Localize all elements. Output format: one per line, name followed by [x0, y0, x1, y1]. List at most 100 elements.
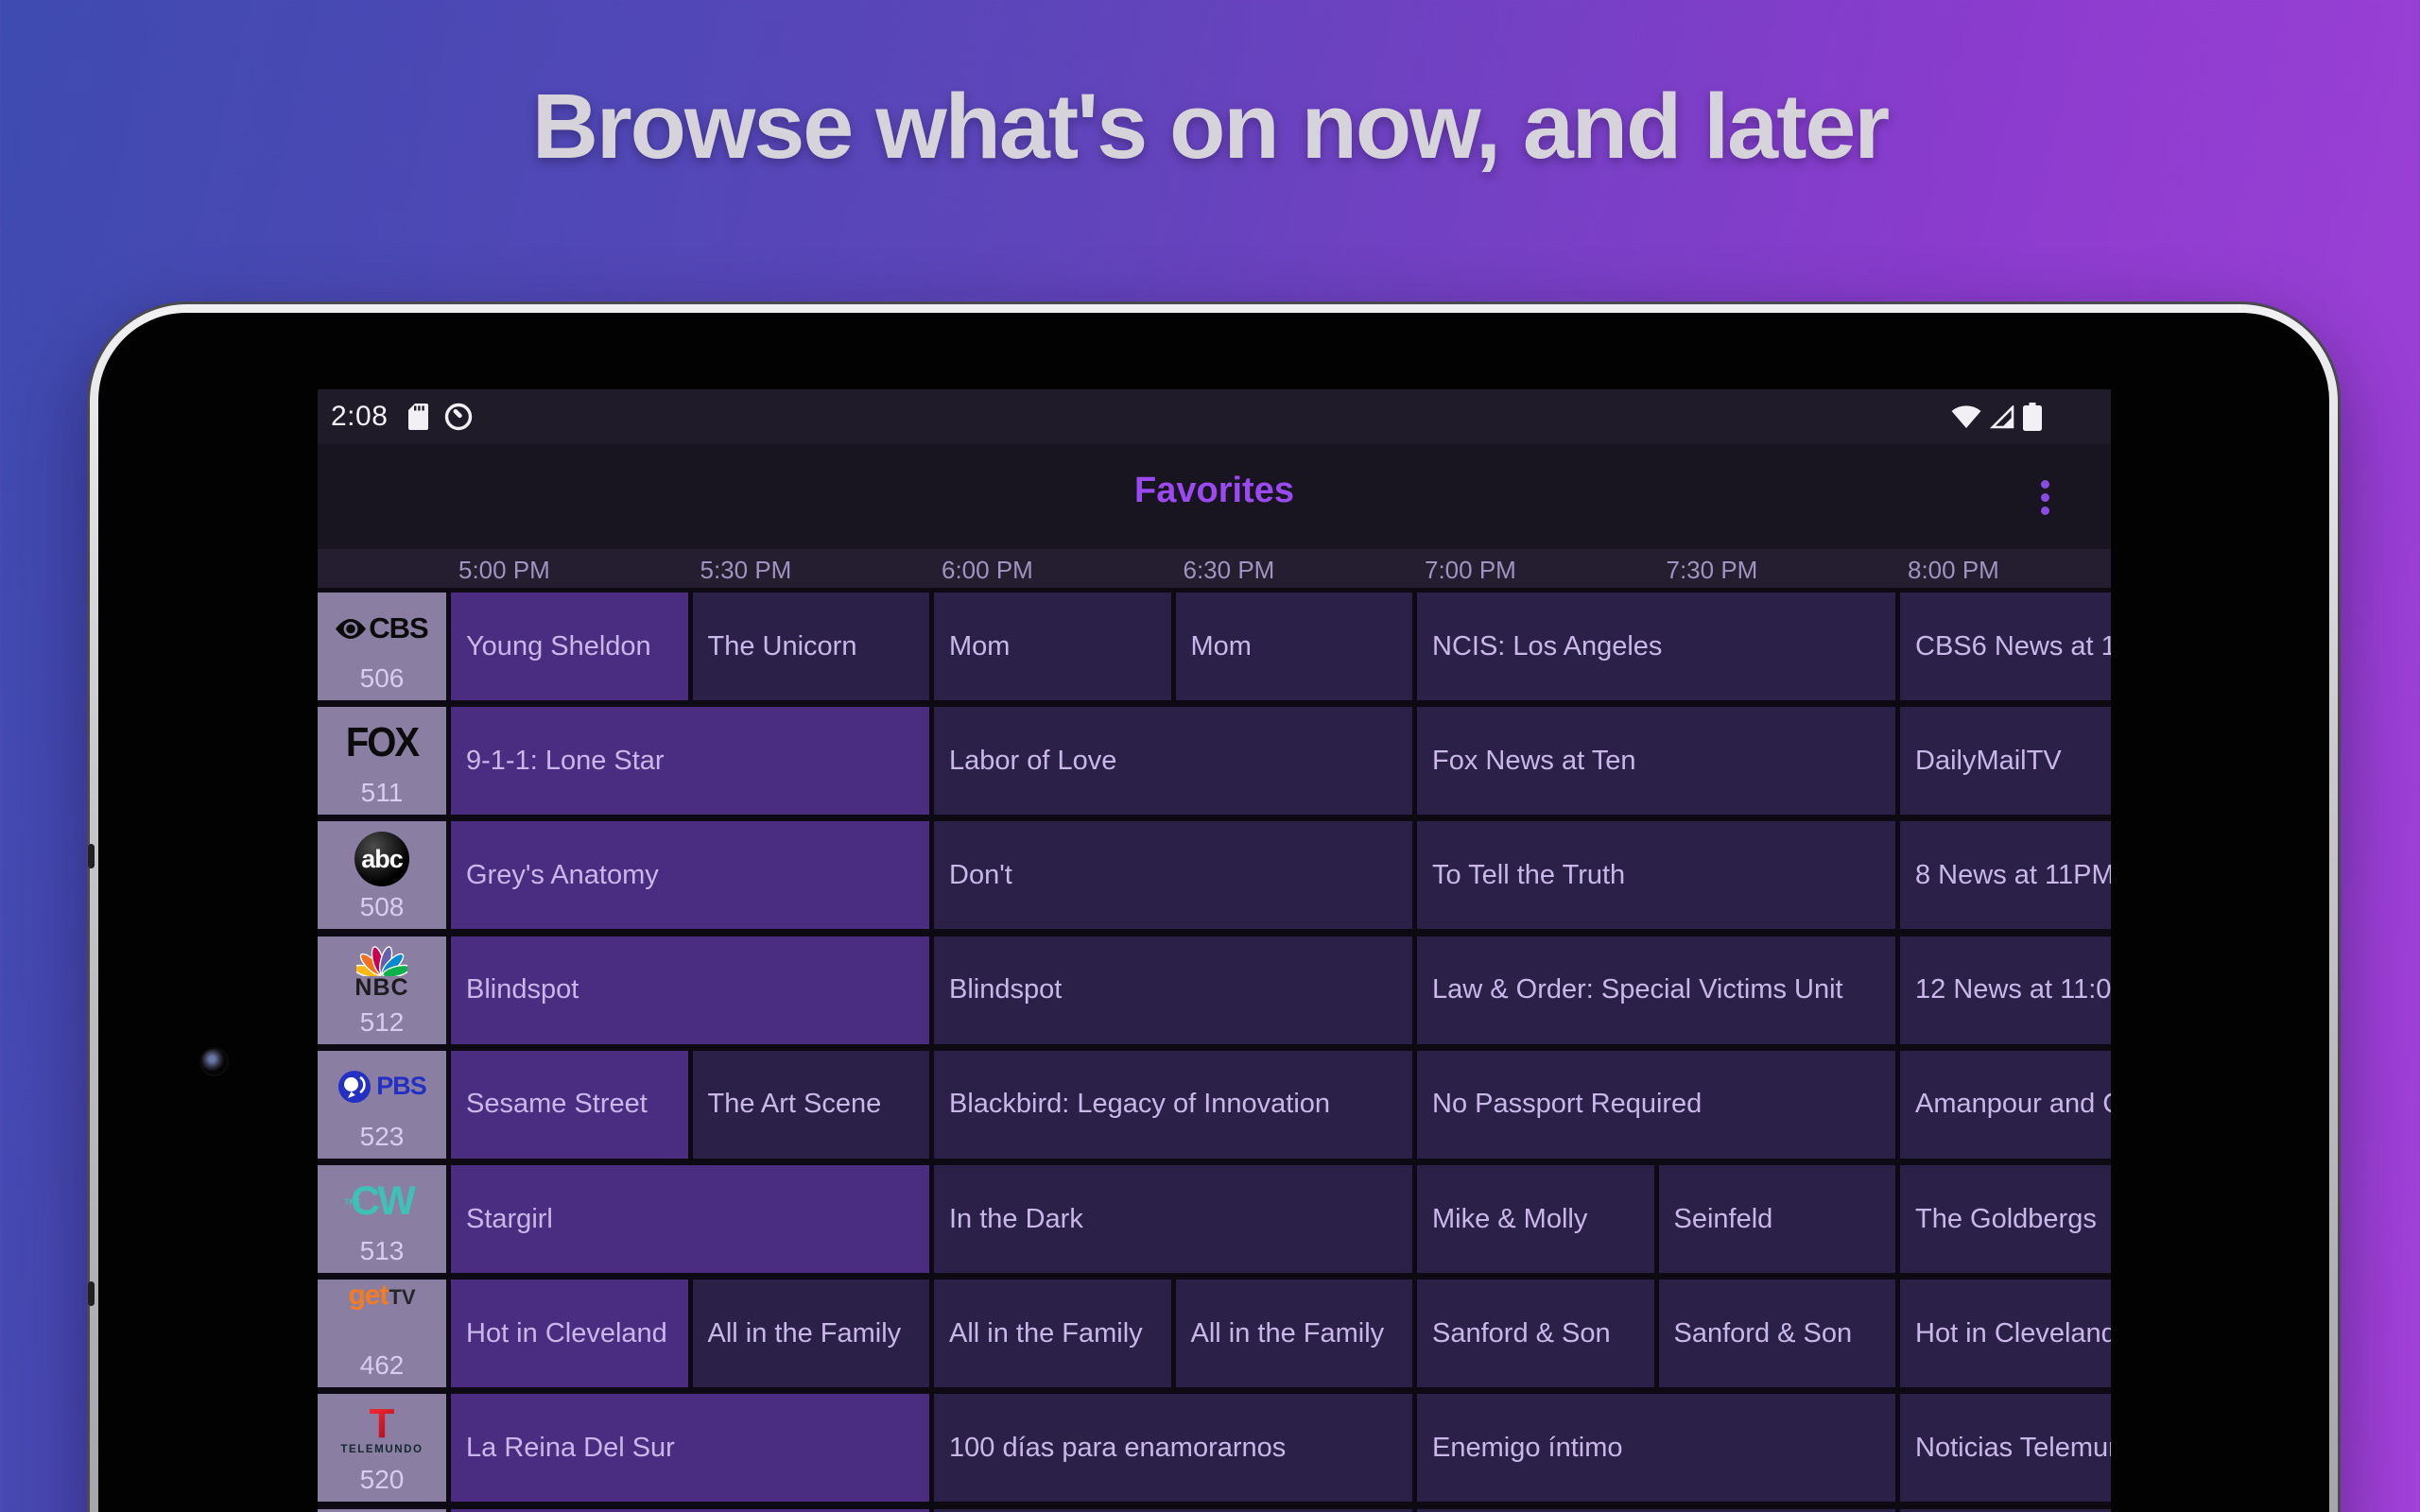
- program-cell[interactable]: The Unicorn: [693, 593, 930, 700]
- program-cell[interactable]: All in the Family: [693, 1280, 930, 1387]
- program-cell[interactable]: Blindspot: [934, 936, 1412, 1044]
- program-cell[interactable]: Seinfeld: [1659, 1165, 1896, 1273]
- program-cell[interactable]: Sanford & Son: [1659, 1280, 1896, 1387]
- program-title: Mom: [1176, 631, 1252, 662]
- program-cell[interactable]: Hot in Cleveland: [451, 1280, 688, 1387]
- tablet-screen: 2:08: [318, 389, 2111, 1512]
- pbs-logo-icon: PBS: [318, 1051, 446, 1123]
- program-cell[interactable]: [1417, 1509, 1895, 1512]
- channel-cell-cbs[interactable]: CBS506: [318, 593, 446, 700]
- program-title: 9-1-1: Lone Star: [451, 746, 665, 777]
- program-cell[interactable]: Amanpour and Co: [1900, 1051, 2111, 1159]
- volume-button: [88, 844, 95, 868]
- program-cell[interactable]: In the Dark: [934, 1165, 1412, 1273]
- guide-grid-zone: CBS506Young Sheldon The Unicorn MomMom NCIS…: [318, 588, 2111, 1512]
- channel-cell-pbs[interactable]: PBS523: [318, 1051, 446, 1159]
- time-label: 7:30 PM: [1667, 556, 1758, 585]
- program-cell[interactable]: 8 News at 11PM: [1900, 821, 2111, 929]
- program-cell[interactable]: Young Sheldon: [451, 593, 688, 700]
- program-title: Hot in Cleveland: [451, 1318, 667, 1349]
- program-cell[interactable]: Don't: [934, 821, 1412, 929]
- time-label: 8:00 PM: [1908, 556, 1999, 585]
- program-title: Stargirl: [451, 1204, 553, 1235]
- program-title: DailyMailTV: [1900, 746, 2062, 777]
- program-title: Blindspot: [934, 974, 1062, 1005]
- battery-icon: [2023, 403, 2042, 431]
- program-cell[interactable]: To Tell the Truth: [1417, 821, 1895, 929]
- time-label: 5:00 PM: [458, 556, 550, 585]
- program-cell[interactable]: Sanford & Son: [1417, 1280, 1654, 1387]
- channel-cell-nbc[interactable]: NBC512: [318, 936, 446, 1044]
- program-cell[interactable]: Mike & Molly: [1417, 1165, 1654, 1273]
- program-cell[interactable]: The Art Scene: [693, 1051, 930, 1159]
- program-cell[interactable]: 9-1-1: Lone Star: [451, 707, 929, 815]
- program-cell[interactable]: Stargirl: [451, 1165, 929, 1273]
- channel-cell-abc[interactable]: abc508: [318, 821, 446, 929]
- time-label: 5:30 PM: [700, 556, 792, 585]
- program-title: All in the Family: [1176, 1318, 1385, 1349]
- power-button: [88, 1281, 95, 1306]
- channel-number: 462: [318, 1350, 446, 1381]
- program-title: Blindspot: [451, 974, 579, 1005]
- channel-number: 508: [318, 892, 446, 922]
- wifi-icon: [1951, 405, 1981, 429]
- program-title: Young Sheldon: [451, 631, 651, 662]
- program-cell[interactable]: [451, 1509, 929, 1512]
- program-cell[interactable]: Blackbird: Legacy of Innovation: [934, 1051, 1412, 1159]
- program-cell[interactable]: [1900, 1509, 2111, 1512]
- program-title: La Reina Del Sur: [451, 1433, 675, 1464]
- channel-cell-telemundo[interactable]: TTELEMUNDO520: [318, 1394, 446, 1502]
- kebab-menu-icon[interactable]: [2026, 469, 2064, 525]
- program-cell[interactable]: DailyMailTV: [1900, 707, 2111, 815]
- program-title: Blackbird: Legacy of Innovation: [934, 1089, 1330, 1120]
- program-cell[interactable]: Labor of Love: [934, 707, 1412, 815]
- program-title: Sanford & Son: [1417, 1318, 1611, 1349]
- program-cell[interactable]: 12 News at 11:00: [1900, 936, 2111, 1044]
- channel-number: 513: [318, 1236, 446, 1266]
- program-cell[interactable]: 100 días para enamorarnos: [934, 1394, 1412, 1502]
- channel-cell[interactable]: [318, 1509, 446, 1512]
- program-cell[interactable]: All in the Family: [934, 1280, 1171, 1387]
- channel-cell-gettv[interactable]: getTV462: [318, 1280, 446, 1387]
- program-cell[interactable]: Law & Order: Special Victims Unit: [1417, 936, 1895, 1044]
- fox-logo-icon: FOX: [318, 707, 446, 782]
- program-cell[interactable]: Mom: [934, 593, 1171, 700]
- program-cell[interactable]: Mom: [1176, 593, 1413, 700]
- program-title: Amanpour and Co: [1900, 1089, 2111, 1120]
- sd-card-icon: [408, 404, 428, 430]
- program-title: 100 días para enamorarnos: [934, 1433, 1286, 1464]
- program-title: NCIS: Los Angeles: [1417, 631, 1662, 662]
- program-cell[interactable]: Fox News at Ten: [1417, 707, 1895, 815]
- program-title: All in the Family: [693, 1318, 902, 1349]
- channel-number: 506: [318, 663, 446, 694]
- program-title: The Unicorn: [693, 631, 857, 662]
- program-title: The Goldbergs: [1900, 1204, 2097, 1235]
- tablet-device: 2:08: [87, 301, 2341, 1512]
- program-cell[interactable]: Enemigo íntimo: [1417, 1394, 1895, 1502]
- program-cell[interactable]: CBS6 News at 11:: [1900, 593, 2111, 700]
- telemundo-logo-icon: TTELEMUNDO: [318, 1394, 446, 1466]
- program-title: Don't: [934, 860, 1012, 891]
- program-title: No Passport Required: [1417, 1089, 1702, 1120]
- program-cell[interactable]: Sesame Street: [451, 1051, 688, 1159]
- program-cell[interactable]: The Goldbergs: [1900, 1165, 2111, 1273]
- channel-cell-fox[interactable]: FOX511: [318, 707, 446, 815]
- program-cell[interactable]: Noticias Telemun: [1900, 1394, 2111, 1502]
- program-cell[interactable]: NCIS: Los Angeles: [1417, 593, 1895, 700]
- program-cell[interactable]: Hot in Cleveland: [1900, 1280, 2111, 1387]
- program-cell[interactable]: All in the Family: [1176, 1280, 1413, 1387]
- timeline: 5:00 PM5:30 PM6:00 PM6:30 PM7:00 PM7:30 …: [318, 549, 2111, 588]
- program-cell[interactable]: Blindspot: [451, 936, 929, 1044]
- program-title: 12 News at 11:00: [1900, 974, 2111, 1005]
- time-label: 7:00 PM: [1425, 556, 1516, 585]
- program-cell[interactable]: La Reina Del Sur: [451, 1394, 929, 1502]
- time-label: 6:30 PM: [1184, 556, 1275, 585]
- program-cell[interactable]: No Passport Required: [1417, 1051, 1895, 1159]
- channel-number: 512: [318, 1007, 446, 1038]
- program-title: Fox News at Ten: [1417, 746, 1635, 777]
- channel-number: 523: [318, 1122, 446, 1152]
- program-cell[interactable]: [934, 1509, 1412, 1512]
- program-cell[interactable]: Grey's Anatomy: [451, 821, 929, 929]
- program-title: In the Dark: [934, 1204, 1083, 1235]
- channel-cell-cw[interactable]: CWTHE513: [318, 1165, 446, 1273]
